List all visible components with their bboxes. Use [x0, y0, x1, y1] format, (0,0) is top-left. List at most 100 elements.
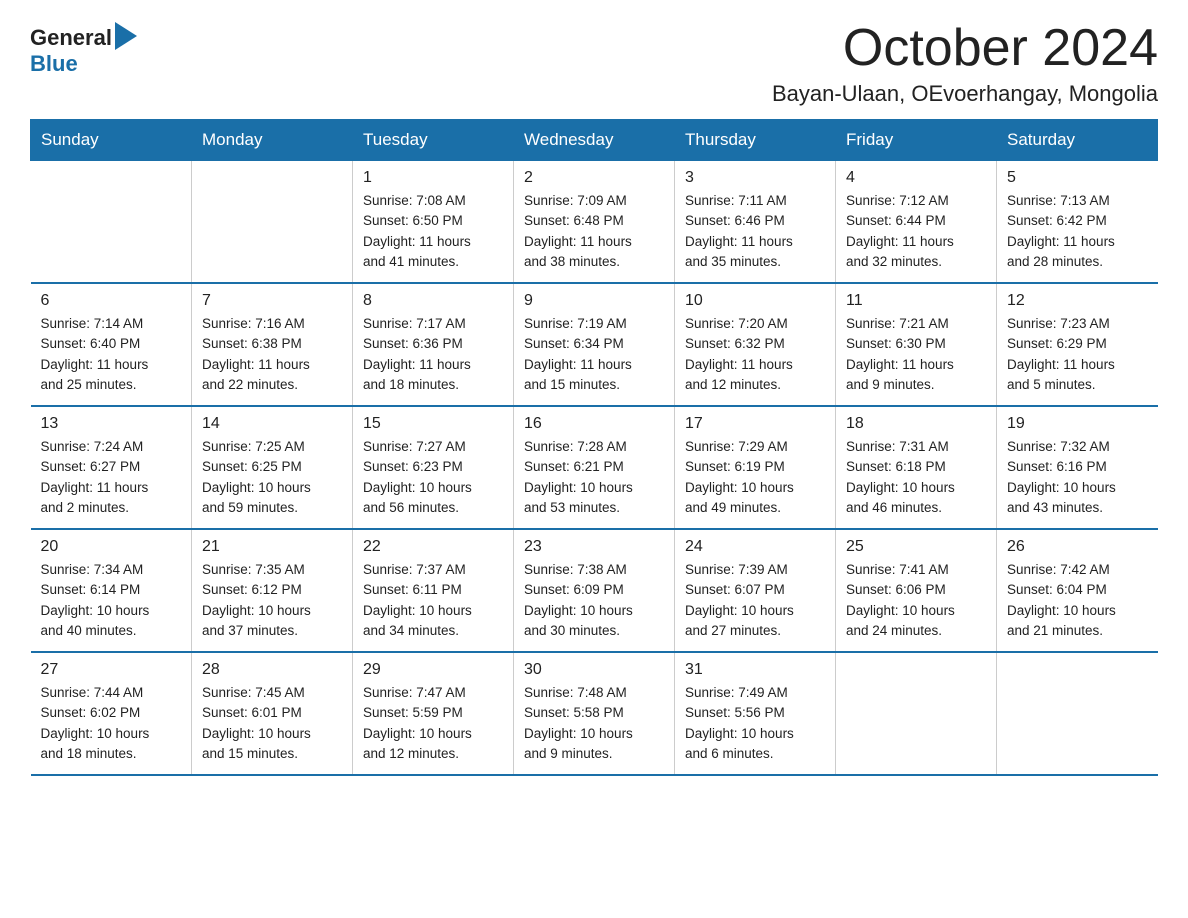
calendar-table: SundayMondayTuesdayWednesdayThursdayFrid…: [30, 119, 1158, 776]
logo-blue-text: Blue: [30, 51, 78, 77]
day-number: 22: [363, 538, 503, 556]
logo-general-text: General: [30, 25, 112, 51]
weekday-header-monday: Monday: [192, 120, 353, 161]
calendar-cell: 1 Sunrise: 7:08 AM Sunset: 6:50 PM Daylig…: [353, 161, 514, 284]
day-info: Sunrise: 7:41 AM Sunset: 6:06 PM Dayligh…: [846, 560, 986, 641]
day-info: Sunrise: 7:28 AM Sunset: 6:21 PM Dayligh…: [524, 437, 664, 518]
day-number: 12: [1007, 292, 1148, 310]
calendar-cell: 19 Sunrise: 7:32 AM Sunset: 6:16 PM Dayli…: [997, 406, 1158, 529]
day-info: Sunrise: 7:47 AM Sunset: 5:59 PM Dayligh…: [363, 683, 503, 764]
day-info: Sunrise: 7:11 AM Sunset: 6:46 PM Dayligh…: [685, 191, 825, 272]
day-number: 19: [1007, 415, 1148, 433]
calendar-cell: 13Sunrise: 7:24 AM Sunset: 6:27 PM Dayli…: [31, 406, 192, 529]
day-number: 30: [524, 661, 664, 679]
calendar-cell: 7 Sunrise: 7:16 AM Sunset: 6:38 PM Daylig…: [192, 283, 353, 406]
day-number: 26: [1007, 538, 1148, 556]
day-info: Sunrise: 7:42 AM Sunset: 6:04 PM Dayligh…: [1007, 560, 1148, 641]
calendar-week-row: 13Sunrise: 7:24 AM Sunset: 6:27 PM Dayli…: [31, 406, 1158, 529]
calendar-cell: 21 Sunrise: 7:35 AM Sunset: 6:12 PM Dayli…: [192, 529, 353, 652]
calendar-cell: 3 Sunrise: 7:11 AM Sunset: 6:46 PM Daylig…: [675, 161, 836, 284]
calendar-cell: [192, 161, 353, 284]
calendar-cell: 4Sunrise: 7:12 AM Sunset: 6:44 PM Daylig…: [836, 161, 997, 284]
day-number: 1: [363, 169, 503, 187]
day-number: 3: [685, 169, 825, 187]
calendar-subtitle: Bayan-Ulaan, OEvoerhangay, Mongolia: [772, 81, 1158, 107]
day-info: Sunrise: 7:35 AM Sunset: 6:12 PM Dayligh…: [202, 560, 342, 641]
calendar-week-row: 20 Sunrise: 7:34 AM Sunset: 6:14 PM Dayli…: [31, 529, 1158, 652]
day-number: 27: [41, 661, 182, 679]
day-info: Sunrise: 7:49 AM Sunset: 5:56 PM Dayligh…: [685, 683, 825, 764]
calendar-cell: 31 Sunrise: 7:49 AM Sunset: 5:56 PM Dayli…: [675, 652, 836, 775]
day-info: Sunrise: 7:24 AM Sunset: 6:27 PM Dayligh…: [41, 437, 182, 518]
day-info: Sunrise: 7:25 AM Sunset: 6:25 PM Dayligh…: [202, 437, 342, 518]
calendar-cell: 25Sunrise: 7:41 AM Sunset: 6:06 PM Dayli…: [836, 529, 997, 652]
day-number: 28: [202, 661, 342, 679]
calendar-cell: 18 Sunrise: 7:31 AM Sunset: 6:18 PM Dayli…: [836, 406, 997, 529]
day-info: Sunrise: 7:19 AM Sunset: 6:34 PM Dayligh…: [524, 314, 664, 395]
day-info: Sunrise: 7:14 AM Sunset: 6:40 PM Dayligh…: [41, 314, 182, 395]
day-number: 8: [363, 292, 503, 310]
day-number: 4: [846, 169, 986, 187]
day-info: Sunrise: 7:08 AM Sunset: 6:50 PM Dayligh…: [363, 191, 503, 272]
logo-triangle-icon: [115, 22, 137, 50]
calendar-cell: 6 Sunrise: 7:14 AM Sunset: 6:40 PM Daylig…: [31, 283, 192, 406]
day-number: 21: [202, 538, 342, 556]
day-info: Sunrise: 7:09 AM Sunset: 6:48 PM Dayligh…: [524, 191, 664, 272]
day-number: 15: [363, 415, 503, 433]
weekday-header-tuesday: Tuesday: [353, 120, 514, 161]
weekday-header-wednesday: Wednesday: [514, 120, 675, 161]
calendar-cell: 9 Sunrise: 7:19 AM Sunset: 6:34 PM Daylig…: [514, 283, 675, 406]
calendar-cell: [31, 161, 192, 284]
day-number: 6: [41, 292, 182, 310]
weekday-header-saturday: Saturday: [997, 120, 1158, 161]
logo: General Blue: [30, 20, 137, 77]
day-info: Sunrise: 7:31 AM Sunset: 6:18 PM Dayligh…: [846, 437, 986, 518]
day-info: Sunrise: 7:34 AM Sunset: 6:14 PM Dayligh…: [41, 560, 182, 641]
day-info: Sunrise: 7:48 AM Sunset: 5:58 PM Dayligh…: [524, 683, 664, 764]
day-info: Sunrise: 7:39 AM Sunset: 6:07 PM Dayligh…: [685, 560, 825, 641]
calendar-cell: 23 Sunrise: 7:38 AM Sunset: 6:09 PM Dayli…: [514, 529, 675, 652]
day-number: 16: [524, 415, 664, 433]
day-number: 29: [363, 661, 503, 679]
day-info: Sunrise: 7:21 AM Sunset: 6:30 PM Dayligh…: [846, 314, 986, 395]
day-number: 9: [524, 292, 664, 310]
calendar-cell: [997, 652, 1158, 775]
weekday-header-row: SundayMondayTuesdayWednesdayThursdayFrid…: [31, 120, 1158, 161]
day-info: Sunrise: 7:27 AM Sunset: 6:23 PM Dayligh…: [363, 437, 503, 518]
day-info: Sunrise: 7:29 AM Sunset: 6:19 PM Dayligh…: [685, 437, 825, 518]
calendar-cell: 17Sunrise: 7:29 AM Sunset: 6:19 PM Dayli…: [675, 406, 836, 529]
day-number: 18: [846, 415, 986, 433]
day-number: 23: [524, 538, 664, 556]
calendar-cell: 16 Sunrise: 7:28 AM Sunset: 6:21 PM Dayli…: [514, 406, 675, 529]
day-number: 24: [685, 538, 825, 556]
day-number: 5: [1007, 169, 1148, 187]
calendar-cell: 29 Sunrise: 7:47 AM Sunset: 5:59 PM Dayli…: [353, 652, 514, 775]
page-header: General Blue October 2024 Bayan-Ulaan, O…: [30, 20, 1158, 107]
title-block: October 2024 Bayan-Ulaan, OEvoerhangay, …: [772, 20, 1158, 107]
day-number: 31: [685, 661, 825, 679]
calendar-cell: 30 Sunrise: 7:48 AM Sunset: 5:58 PM Dayli…: [514, 652, 675, 775]
calendar-cell: 5Sunrise: 7:13 AM Sunset: 6:42 PM Daylig…: [997, 161, 1158, 284]
calendar-cell: [836, 652, 997, 775]
weekday-header-thursday: Thursday: [675, 120, 836, 161]
day-info: Sunrise: 7:44 AM Sunset: 6:02 PM Dayligh…: [41, 683, 182, 764]
calendar-cell: 8 Sunrise: 7:17 AM Sunset: 6:36 PM Daylig…: [353, 283, 514, 406]
day-info: Sunrise: 7:23 AM Sunset: 6:29 PM Dayligh…: [1007, 314, 1148, 395]
calendar-cell: 12 Sunrise: 7:23 AM Sunset: 6:29 PM Dayli…: [997, 283, 1158, 406]
day-number: 20: [41, 538, 182, 556]
day-info: Sunrise: 7:16 AM Sunset: 6:38 PM Dayligh…: [202, 314, 342, 395]
calendar-cell: 26 Sunrise: 7:42 AM Sunset: 6:04 PM Dayli…: [997, 529, 1158, 652]
weekday-header-friday: Friday: [836, 120, 997, 161]
calendar-cell: 11 Sunrise: 7:21 AM Sunset: 6:30 PM Dayli…: [836, 283, 997, 406]
calendar-cell: 28Sunrise: 7:45 AM Sunset: 6:01 PM Dayli…: [192, 652, 353, 775]
calendar-cell: 15 Sunrise: 7:27 AM Sunset: 6:23 PM Dayli…: [353, 406, 514, 529]
day-info: Sunrise: 7:17 AM Sunset: 6:36 PM Dayligh…: [363, 314, 503, 395]
weekday-header-sunday: Sunday: [31, 120, 192, 161]
day-number: 7: [202, 292, 342, 310]
day-info: Sunrise: 7:38 AM Sunset: 6:09 PM Dayligh…: [524, 560, 664, 641]
calendar-cell: 27 Sunrise: 7:44 AM Sunset: 6:02 PM Dayli…: [31, 652, 192, 775]
calendar-cell: 14Sunrise: 7:25 AM Sunset: 6:25 PM Dayli…: [192, 406, 353, 529]
day-number: 11: [846, 292, 986, 310]
calendar-cell: 20 Sunrise: 7:34 AM Sunset: 6:14 PM Dayli…: [31, 529, 192, 652]
day-info: Sunrise: 7:32 AM Sunset: 6:16 PM Dayligh…: [1007, 437, 1148, 518]
